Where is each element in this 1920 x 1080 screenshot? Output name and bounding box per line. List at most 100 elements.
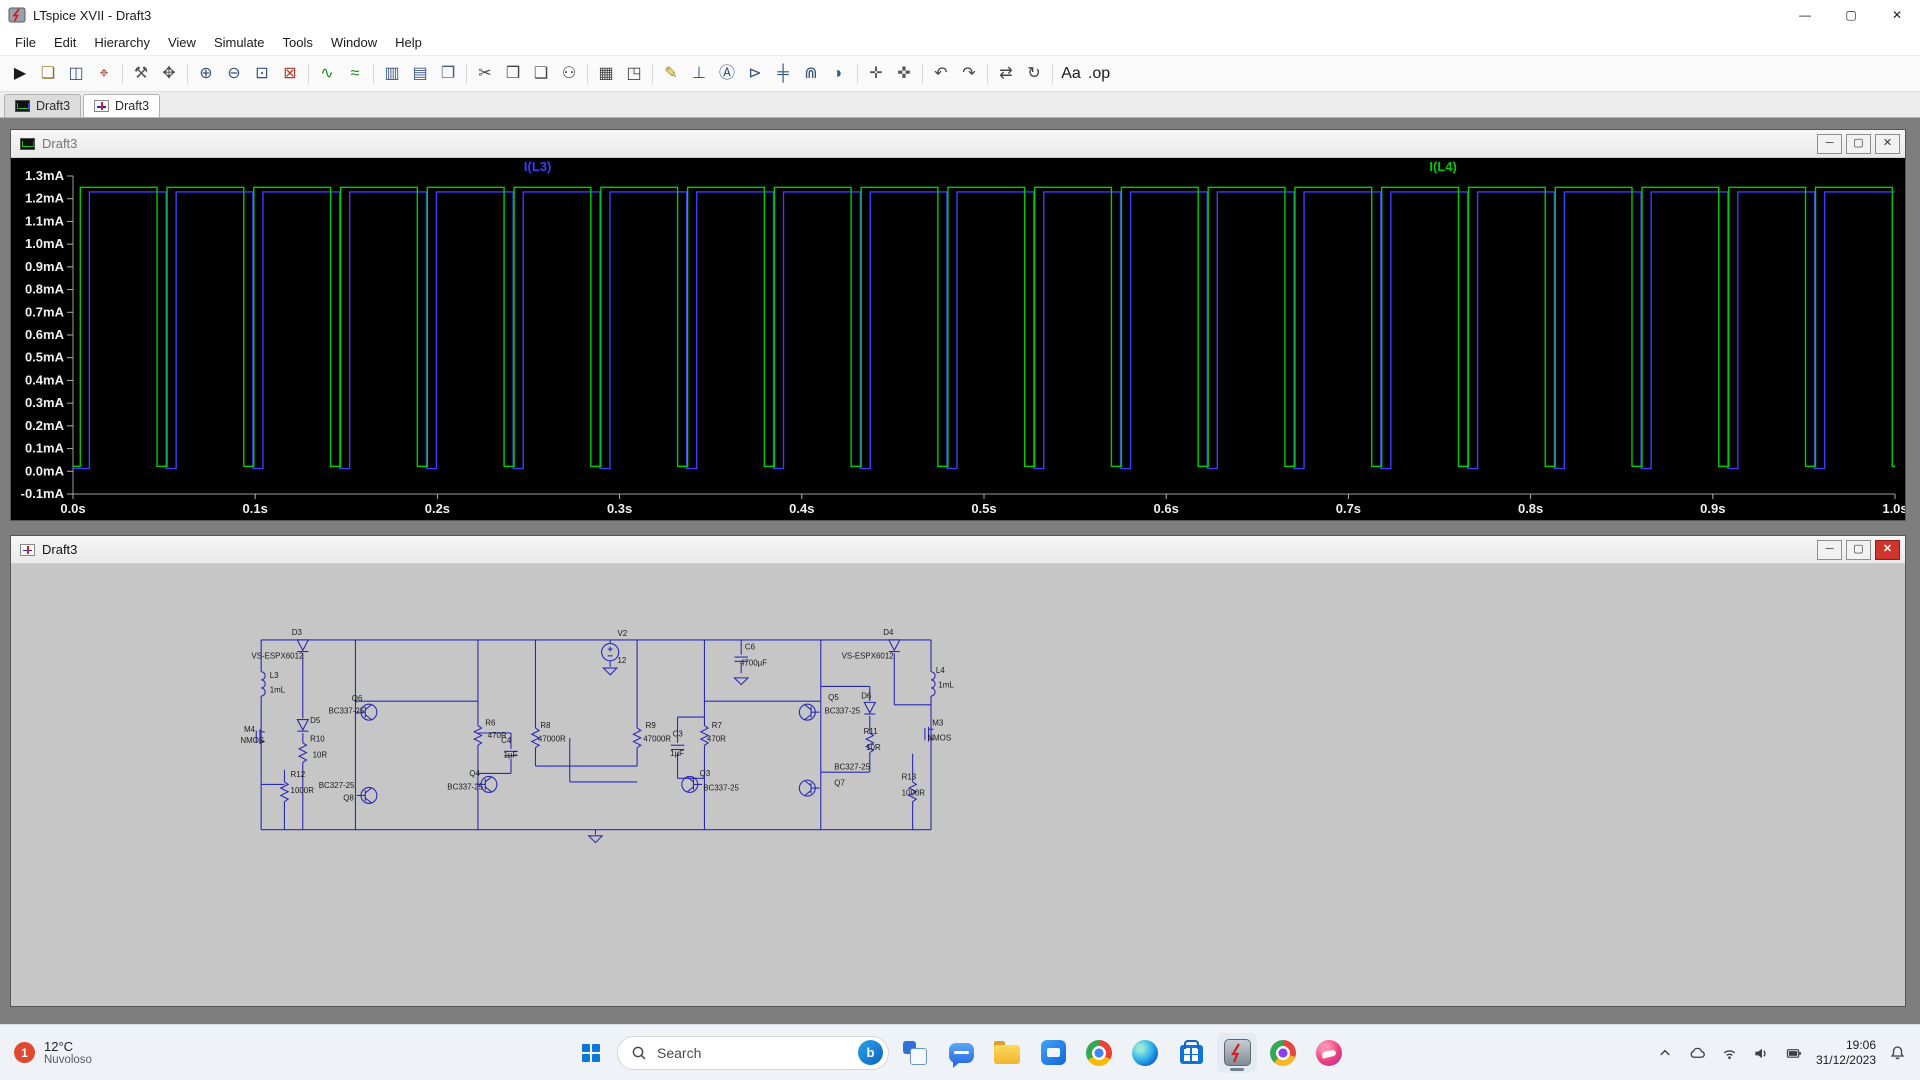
component-label: R11 <box>864 727 879 736</box>
menu-hierarchy[interactable]: Hierarchy <box>85 30 159 55</box>
task-view-button[interactable] <box>895 1033 935 1073</box>
tray-time: 19:06 <box>1845 1037 1876 1052</box>
toolbar-component-button[interactable]: ◗ <box>825 60 853 88</box>
toolbar-copy-button[interactable]: ❒ <box>499 60 527 88</box>
component-label: R8 <box>540 721 551 730</box>
component-label: VS-ESPX6012 <box>251 651 304 660</box>
tab-label: Draft3 <box>115 99 150 113</box>
chrome-button[interactable] <box>1079 1033 1119 1073</box>
waveform-minimize-button[interactable]: ─ <box>1817 133 1842 154</box>
schematic-maximize-button[interactable]: ▢ <box>1846 539 1871 560</box>
toolbar-autorange-button[interactable]: ∿ <box>313 60 341 88</box>
edge-button[interactable] <box>1125 1033 1165 1073</box>
waveform-close-button[interactable]: ✕ <box>1875 133 1900 154</box>
toolbar-fft-button[interactable]: ≈ <box>341 60 369 88</box>
x-tick-label: 0.6s <box>1154 501 1179 516</box>
toolbar-text-button[interactable]: Aa <box>1057 60 1085 88</box>
toolbar-save-button[interactable]: ◫ <box>62 60 90 88</box>
toolbar-print-preview-button[interactable]: ◳ <box>620 60 648 88</box>
toolbar-redo-button[interactable]: ↷ <box>955 60 983 88</box>
toolbar-zoom-area-button[interactable]: ⊡ <box>248 60 276 88</box>
toolbar-cascade-button[interactable]: ❐ <box>434 60 462 88</box>
toolbar-control-panel-button[interactable]: ⚒ <box>127 60 155 88</box>
x-tick-label: 0.8s <box>1518 501 1543 516</box>
browser2-button[interactable] <box>1263 1033 1303 1073</box>
menu-simulate[interactable]: Simulate <box>205 30 274 55</box>
chat-button[interactable] <box>941 1033 981 1073</box>
toolbar-ground-button[interactable]: ⊥ <box>685 60 713 88</box>
window-minimize-button[interactable]: — <box>1782 0 1828 30</box>
diode-symbol <box>863 701 877 714</box>
toolbar-paste-button[interactable]: ❑ <box>527 60 555 88</box>
battery-button[interactable] <box>1783 1043 1805 1063</box>
toolbar-label-button[interactable]: Ⓐ <box>713 60 741 88</box>
toolbar-diode-button[interactable]: ⊳ <box>741 60 769 88</box>
bing-icon[interactable]: b <box>858 1040 883 1065</box>
waveform-window-titlebar[interactable]: Draft3 ─ ▢ ✕ <box>11 130 1905 158</box>
ltspice-taskbar-button[interactable] <box>1217 1032 1257 1073</box>
component-label: L4 <box>936 666 945 675</box>
component-label: VS-ESPX6012 <box>842 651 895 660</box>
toolbar-zoom-out-button[interactable]: ⊖ <box>220 60 248 88</box>
toolbar-capacitor-button[interactable]: ╪ <box>769 60 797 88</box>
notifications-button[interactable] <box>1887 1042 1908 1063</box>
toolbar-rotate-button[interactable]: ↻ <box>1020 60 1048 88</box>
taskbar-search[interactable]: Search b <box>617 1035 889 1070</box>
y-tick-label: 0.3mA <box>25 395 65 410</box>
menu-file[interactable]: File <box>6 30 45 55</box>
store-button[interactable] <box>1171 1033 1211 1073</box>
schematic-close-button[interactable]: ✕ <box>1875 539 1900 560</box>
window-maximize-button[interactable]: ▢ <box>1828 0 1874 30</box>
menu-window[interactable]: Window <box>322 30 386 55</box>
menu-help[interactable]: Help <box>386 30 431 55</box>
waveform-maximize-button[interactable]: ▢ <box>1846 133 1871 154</box>
folder-icon <box>994 1040 1020 1064</box>
component-label: BC337-25 <box>703 784 739 793</box>
store-icon <box>1179 1040 1204 1065</box>
tab-label: Draft3 <box>36 99 71 113</box>
tab-draft3-schematic[interactable]: Draft3 <box>83 94 161 117</box>
tab-draft3-waveform[interactable]: Draft3 <box>4 94 82 117</box>
onedrive-button[interactable] <box>1686 1043 1708 1063</box>
schematic-minimize-button[interactable]: ─ <box>1817 539 1842 560</box>
toolbar-print-button[interactable]: ▦ <box>592 60 620 88</box>
toolbar-wire-button[interactable]: ✎ <box>657 60 685 88</box>
taskbar-center: Search b <box>571 1025 1349 1080</box>
toolbar-zoom-in-button[interactable]: ⊕ <box>192 60 220 88</box>
mail-app-button[interactable] <box>1309 1033 1349 1073</box>
toolbar-inductor-button[interactable]: ⋒ <box>797 60 825 88</box>
taskbar-clock[interactable]: 19:06 31/12/2023 <box>1816 1038 1876 1068</box>
toolbar-pan-button[interactable]: ✥ <box>155 60 183 88</box>
schematic-canvas[interactable]: D3 VS-ESPX6012 L3 1mL M4 NMOS D5 R10 10R Q6 BC337-… <box>11 564 1905 1006</box>
toolbar-tile-vertical-button[interactable]: ▥ <box>378 60 406 88</box>
toolbar-cut-button[interactable]: ✂ <box>471 60 499 88</box>
menu-tools[interactable]: Tools <box>274 30 322 55</box>
tray-overflow-button[interactable] <box>1655 1043 1675 1063</box>
wifi-button[interactable] <box>1719 1043 1740 1063</box>
toolbar-tile-horizontal-button[interactable]: ▤ <box>406 60 434 88</box>
toolbar-move-button[interactable]: ✛ <box>862 60 890 88</box>
file-explorer-button[interactable] <box>987 1033 1027 1073</box>
toolbar-undo-button[interactable]: ↶ <box>927 60 955 88</box>
menu-edit[interactable]: Edit <box>45 30 85 55</box>
window-close-button[interactable]: ✕ <box>1874 0 1920 30</box>
volume-button[interactable] <box>1751 1043 1772 1063</box>
toolbar-find-button[interactable]: ⚇ <box>555 60 583 88</box>
toolbar-probe-button[interactable]: ⌖ <box>90 60 118 88</box>
schematic-window-titlebar[interactable]: Draft3 ─ ▢ ✕ <box>11 536 1905 564</box>
schematic-drawing[interactable]: D3 VS-ESPX6012 L3 1mL M4 NMOS D5 R10 10R Q6 BC337-… <box>233 619 980 858</box>
toolbar-spice-directive-button[interactable]: .op <box>1085 60 1113 88</box>
toolbar-run-button[interactable]: ▶ <box>6 60 34 88</box>
toolbar-drag-button[interactable]: ✜ <box>890 60 918 88</box>
start-button[interactable] <box>571 1033 611 1073</box>
waveform-plot[interactable]: 1.3mA 1.2mA 1.1mA 1.0mA 0.9mA 0.8mA 0.7mA 0.6mA… <box>11 158 1905 520</box>
weather-widget[interactable]: 1 12°C Nuvoloso <box>14 1039 92 1066</box>
toolbar-mirror-button[interactable]: ⇄ <box>992 60 1020 88</box>
component-label: 1mL <box>270 686 286 695</box>
toolbar-zoom-full-button[interactable]: ⊠ <box>276 60 304 88</box>
toolbar-open-button[interactable]: ❏ <box>34 60 62 88</box>
blue-app-button[interactable] <box>1033 1033 1073 1073</box>
waveform-plot-area[interactable]: 1.3mA 1.2mA 1.1mA 1.0mA 0.9mA 0.8mA 0.7mA 0.6mA… <box>11 158 1905 520</box>
ground-symbol <box>587 835 604 844</box>
menu-view[interactable]: View <box>159 30 205 55</box>
